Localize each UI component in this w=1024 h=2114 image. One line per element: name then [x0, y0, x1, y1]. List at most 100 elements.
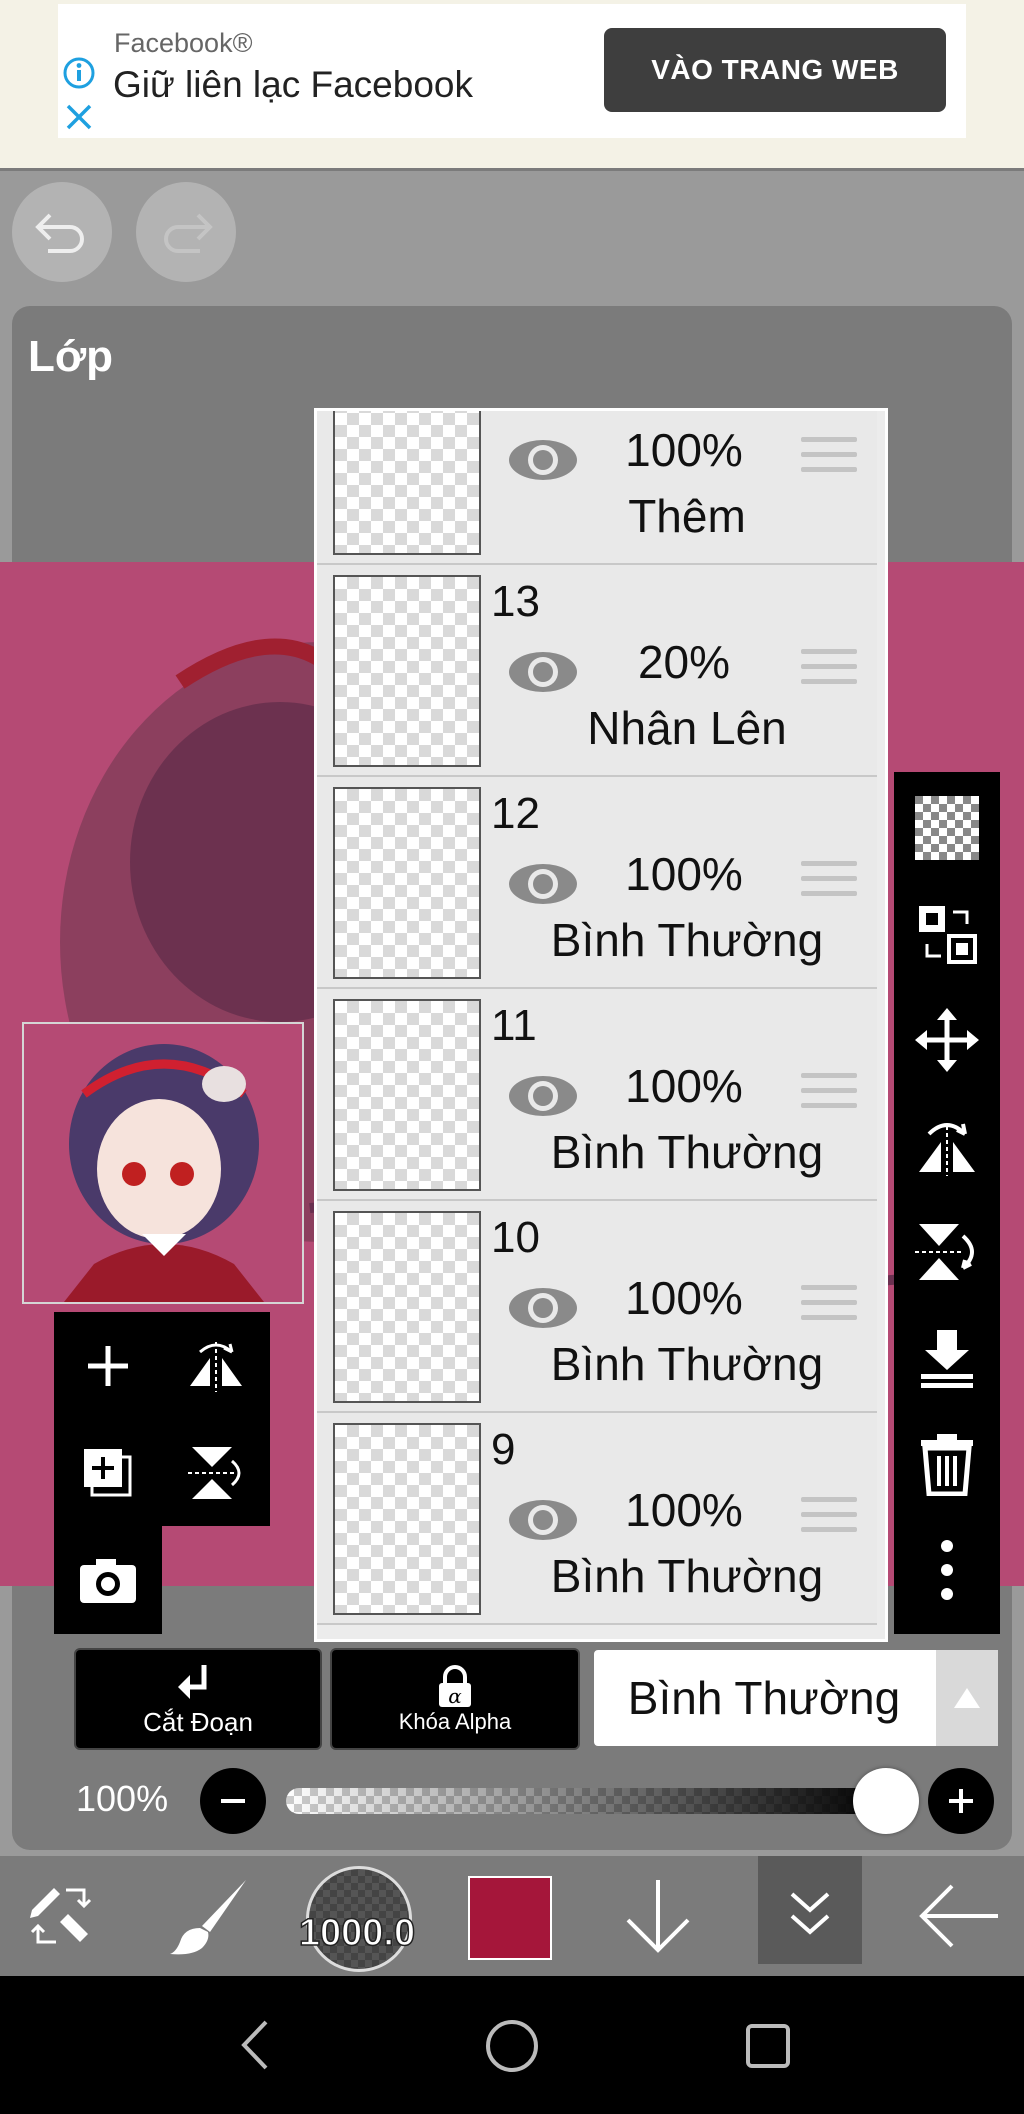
undo-button[interactable] — [12, 182, 112, 282]
duplicate-icon — [84, 1448, 132, 1496]
drag-handle-icon[interactable] — [801, 437, 857, 481]
visit-website-button[interactable]: VÀO TRANG WEB — [604, 28, 946, 112]
flip-layer-horizontal-button[interactable] — [162, 1312, 270, 1419]
layer-opacity: 100% — [625, 848, 743, 900]
layer-number: 9 — [491, 1425, 516, 1474]
checkerboard-icon — [915, 796, 979, 860]
eye-icon[interactable] — [505, 1495, 581, 1545]
layer-blend-mode: Thêm — [628, 490, 746, 542]
duplicate-layer-button[interactable] — [54, 1419, 162, 1526]
flip-vertical-icon — [915, 1224, 974, 1280]
preview-illustration — [24, 1024, 302, 1302]
clipping-label: Cắt Đoạn — [143, 1706, 253, 1737]
opacity-slider[interactable] — [286, 1788, 886, 1814]
select-swap-button[interactable] — [894, 884, 1000, 984]
delete-layer-button[interactable] — [894, 1414, 1000, 1514]
layer-thumbnail[interactable] — [333, 787, 481, 979]
layer-number: 12 — [491, 789, 540, 838]
drag-handle-icon[interactable] — [801, 649, 857, 693]
canvas-preview[interactable] — [22, 1022, 304, 1304]
panel-title: Lớp — [28, 332, 114, 381]
layer-opacity: 20% — [637, 636, 731, 688]
eye-icon[interactable] — [505, 647, 581, 697]
system-navigation-bar — [0, 1976, 1024, 2114]
flip-vertical-button[interactable] — [894, 1202, 1000, 1302]
move-icon — [915, 1008, 979, 1072]
layer-opacity: 100% — [625, 1484, 743, 1536]
arrow-down-icon[interactable] — [622, 1878, 694, 1954]
layer-blend-mode: Nhân Lên — [587, 702, 787, 754]
layer-tool-strip — [894, 772, 1000, 1634]
camera-icon — [80, 1558, 136, 1603]
clipping-button[interactable]: Cắt Đoạn — [74, 1648, 322, 1750]
merge-down-button[interactable] — [894, 1308, 1000, 1408]
transparent-fill-button[interactable] — [894, 778, 1000, 878]
tool-switch-icon[interactable] — [26, 1880, 98, 1952]
flip-layer-vertical-button[interactable] — [162, 1419, 270, 1526]
blend-mode-value[interactable]: Bình Thường — [594, 1650, 934, 1746]
blend-mode-dropdown-button[interactable] — [936, 1650, 998, 1746]
redo-icon — [164, 213, 213, 253]
ad-banner[interactable]: Facebook® Giữ liên lạc Facebook VÀO TRAN… — [0, 0, 1024, 171]
layer-action-menu-bottom — [54, 1526, 162, 1634]
brush-size-value: 1000.0 — [298, 1911, 416, 1955]
layer-row[interactable]: 10 100% Bình Thường — [317, 1201, 877, 1413]
more-options-button[interactable] — [894, 1520, 1000, 1620]
arrow-left-icon[interactable] — [918, 1882, 1002, 1950]
lock-icon: α — [439, 1665, 471, 1708]
import-photo-button[interactable] — [54, 1526, 162, 1633]
triangle-up-icon — [954, 1688, 980, 1708]
layer-row[interactable]: 13 20% Nhân Lên — [317, 565, 877, 777]
move-layer-button[interactable] — [894, 990, 1000, 1090]
opacity-increase-button[interactable] — [928, 1768, 994, 1834]
merge-down-icon — [921, 1330, 973, 1388]
eye-icon[interactable] — [505, 1283, 581, 1333]
ad-title[interactable]: Giữ liên lạc Facebook — [113, 64, 473, 106]
drag-handle-icon[interactable] — [801, 1073, 857, 1117]
layer-number: 14 — [491, 411, 540, 415]
home-icon[interactable] — [484, 2018, 540, 2074]
alpha-lock-button[interactable]: α Khóa Alpha — [330, 1648, 580, 1750]
add-layer-button[interactable] — [54, 1312, 162, 1419]
opacity-slider-thumb[interactable] — [853, 1768, 919, 1834]
layer-thumbnail[interactable] — [333, 575, 481, 767]
layer-list[interactable]: 14 100% Thêm 13 20% Nhân Lên 12 100% Bìn… — [314, 408, 888, 1642]
brush-icon[interactable] — [168, 1876, 252, 1956]
drag-handle-icon[interactable] — [801, 861, 857, 905]
eye-icon[interactable] — [505, 435, 581, 485]
svg-text:α: α — [448, 1684, 462, 1708]
layer-number: 11 — [491, 1001, 537, 1050]
undo-icon — [35, 213, 84, 253]
layer-thumbnail[interactable] — [333, 999, 481, 1191]
layer-thumbnail[interactable] — [333, 1211, 481, 1403]
info-icon — [63, 57, 95, 89]
layer-opacity: 100% — [625, 424, 743, 476]
layer-thumbnail[interactable] — [333, 1423, 481, 1615]
swap-select-icon — [919, 906, 977, 964]
drag-handle-icon[interactable] — [801, 1285, 857, 1329]
back-icon[interactable] — [236, 2018, 276, 2072]
drag-handle-icon[interactable] — [801, 1497, 857, 1541]
opacity-decrease-button[interactable] — [200, 1768, 266, 1834]
layer-row[interactable]: 12 100% Bình Thường — [317, 777, 877, 989]
layer-row[interactable]: 14 100% Thêm — [317, 411, 877, 565]
color-swatch[interactable] — [468, 1876, 552, 1960]
alpha-lock-label: Khóa Alpha — [398, 1709, 512, 1734]
plus-icon — [949, 1789, 973, 1813]
double-chevron-down-icon[interactable] — [786, 1882, 834, 1942]
recents-icon[interactable] — [744, 2022, 792, 2070]
flip-vertical-icon — [188, 1446, 241, 1499]
layer-row[interactable]: 9 100% Bình Thường — [317, 1413, 877, 1625]
flip-horizontal-button[interactable] — [894, 1096, 1000, 1196]
close-icon[interactable] — [64, 102, 94, 132]
opacity-label: 100% — [76, 1778, 169, 1819]
redo-button[interactable] — [136, 182, 236, 282]
layer-number: 13 — [491, 577, 540, 626]
eye-icon[interactable] — [505, 859, 581, 909]
layer-blend-mode: Bình Thường — [550, 1126, 824, 1178]
layer-row[interactable]: 11 100% Bình Thường — [317, 989, 877, 1201]
eye-icon[interactable] — [505, 1071, 581, 1121]
flip-horizontal-icon — [919, 1123, 975, 1176]
layer-thumbnail[interactable] — [333, 411, 481, 555]
layer-opacity: 100% — [625, 1272, 743, 1324]
